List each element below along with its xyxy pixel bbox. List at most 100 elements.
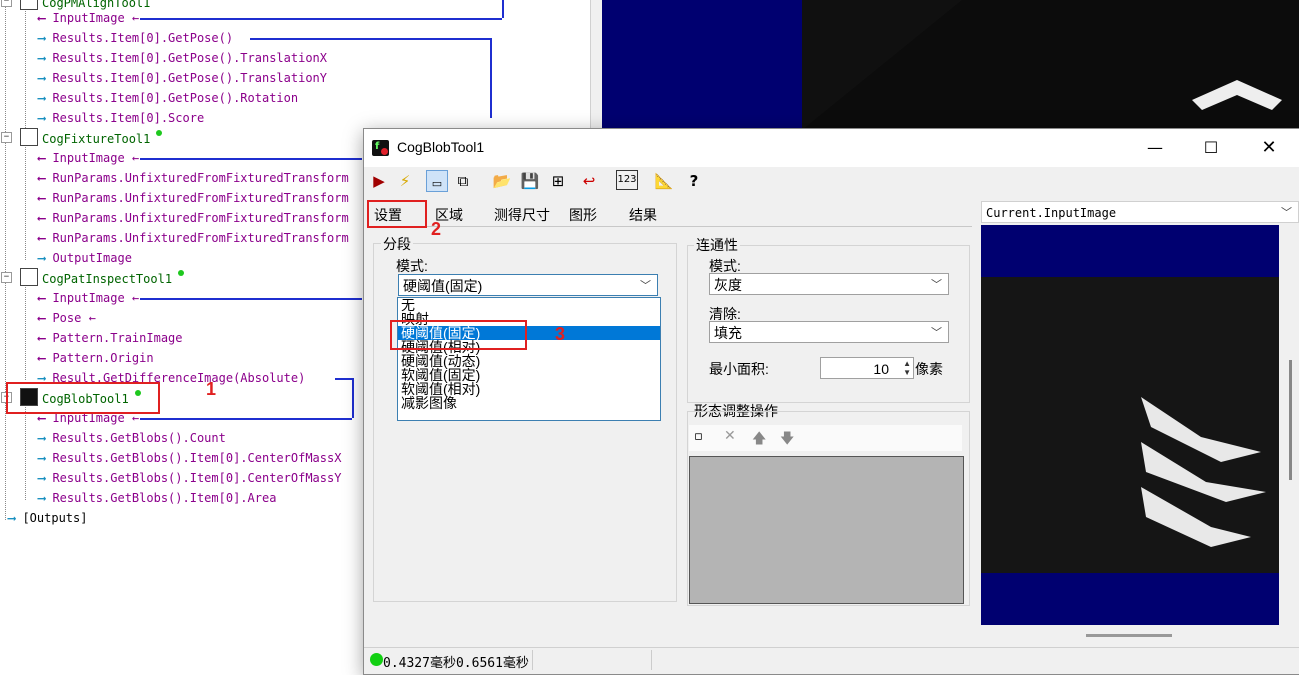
tree-terminal[interactable]: ⟶ [Outputs] [8, 508, 87, 528]
tree-terminal[interactable]: ⟵ Pattern.TrainImage [38, 328, 183, 348]
tree-terminal[interactable]: ⟵ InputImage ← [38, 148, 139, 168]
tree-terminal[interactable]: ⟶ OutputImage [38, 248, 132, 268]
tab-results[interactable]: 结果 [629, 204, 657, 226]
tree-tool-node[interactable]: − CogPatInspectTool1 [1, 268, 185, 288]
tree-terminal[interactable]: ⟶ Results.Item[0].GetPose().TranslationY [38, 68, 327, 88]
collapse-icon[interactable]: − [1, 272, 12, 283]
tree-label: Results.Item[0].GetPose().TranslationX [52, 51, 327, 65]
tree-label: InputImage ← [52, 151, 140, 165]
dropdown-option[interactable]: 无 [398, 298, 660, 312]
dropdown-option[interactable]: 软阈值(相对) [398, 382, 660, 396]
display-icon[interactable]: ▭ [426, 170, 448, 192]
tree-terminal[interactable]: ⟵ RunParams.UnfixturedFromFixturedTransf… [38, 228, 349, 248]
title-bar: f CogBlobTool1 — ☐ ✕ [364, 129, 1299, 167]
open-icon[interactable]: 📂 [491, 170, 513, 192]
output-arrow-icon: ⟶ [8, 511, 23, 525]
dropdown-option[interactable]: 软阈值(固定) [398, 368, 660, 382]
tree-terminal[interactable]: ⟶ Results.Item[0].GetPose().TranslationX [38, 48, 327, 68]
input-arrow-icon: ⟵ [38, 291, 53, 305]
input-arrow-icon: ⟵ [38, 191, 53, 205]
tree-terminal[interactable]: ⟶ Results.GetBlobs().Item[0].Area [38, 488, 276, 508]
conn-mode-value: 灰度 [714, 277, 742, 293]
minimize-icon[interactable]: — [1126, 129, 1184, 167]
tree-label: RunParams.UnfixturedFromFixturedTransfor… [52, 231, 349, 245]
tree-terminal[interactable]: ⟵ RunParams.UnfixturedFromFixturedTransf… [38, 168, 349, 188]
image-source-select[interactable]: Current.InputImage ﹀ [981, 201, 1299, 223]
link-line [250, 38, 490, 40]
clear-value: 填充 [714, 325, 742, 341]
tab-measurements[interactable]: 测得尺寸 [494, 204, 550, 226]
annotation-number-2: 2 [431, 219, 442, 239]
tree-terminal[interactable]: ⟶ Results.GetBlobs().Item[0].CenterOfMas… [38, 448, 341, 468]
status-dot-icon [156, 130, 163, 136]
maximize-icon[interactable]: ☐ [1182, 129, 1240, 167]
mode-select[interactable]: 硬阈值(固定) ﹀ [398, 274, 658, 296]
run-icon[interactable]: ▶ [368, 170, 390, 192]
delete-icon[interactable]: ✕ [724, 428, 736, 444]
tree-label: Results.Item[0].GetPose() [52, 31, 234, 45]
tree-tool-node[interactable]: − CogFixtureTool1 [1, 128, 163, 148]
tree-terminal[interactable]: ⟵ RunParams.UnfixturedFromFixturedTransf… [38, 208, 349, 228]
morph-list[interactable] [689, 456, 964, 604]
chevron-down-icon: ﹀ [931, 279, 942, 291]
tree-terminal[interactable]: ⟶ Results.GetBlobs().Item[0].CenterOfMas… [38, 468, 341, 488]
connectivity-group-label: 连通性 [694, 235, 740, 255]
tree-label: Pattern.TrainImage [52, 331, 183, 345]
ruler-icon[interactable]: 📐 [653, 170, 675, 192]
lightning-icon[interactable]: ⚡ [394, 170, 416, 192]
link-line [490, 38, 492, 118]
collapse-icon[interactable]: − [1, 132, 12, 143]
tab-graphics[interactable]: 图形 [569, 204, 597, 226]
tree-terminal[interactable]: ⟶ Results.GetBlobs().Count [38, 428, 226, 448]
close-icon[interactable]: ✕ [1240, 129, 1298, 167]
clear-select[interactable]: 填充 ﹀ [709, 321, 949, 343]
output-arrow-icon: ⟶ [38, 431, 53, 445]
reset-icon[interactable]: ↩ [578, 170, 600, 192]
help-icon[interactable]: ? [683, 170, 705, 192]
image-vscroll[interactable] [1286, 225, 1298, 625]
tree-terminal[interactable]: ⟵ Pose ← [38, 308, 96, 328]
status-bar: 0.4327毫秒0.6561毫秒 [364, 647, 1299, 674]
tree-terminal[interactable]: ⟵ InputImage ← [38, 8, 139, 28]
conn-mode-select[interactable]: 灰度 ﹀ [709, 273, 949, 295]
collapse-icon[interactable]: − [1, 0, 12, 7]
output-arrow-icon: ⟶ [38, 491, 53, 505]
dropdown-option[interactable]: 减影图像 [398, 396, 660, 410]
tree-label: Results.Item[0].GetPose().TranslationY [52, 71, 327, 85]
output-arrow-icon: ⟶ [38, 91, 53, 105]
output-arrow-icon: ⟶ [38, 51, 53, 65]
link-line [140, 158, 362, 160]
window-icon[interactable]: ⧉ [452, 170, 474, 192]
tree-label: Results.Item[0].GetPose().Rotation [52, 91, 299, 105]
image-hscroll[interactable] [1086, 634, 1172, 637]
new-icon[interactable]: ▫ [694, 429, 703, 444]
chevron-down-icon: ﹀ [931, 327, 942, 339]
save-as-icon[interactable]: ⊞ [547, 170, 569, 192]
tree-label: [Outputs] [22, 511, 88, 525]
output-arrow-icon: ⟶ [38, 471, 53, 485]
save-icon[interactable]: 💾 [519, 170, 541, 192]
dropdown-option[interactable]: 硬阈值(动态) [398, 354, 660, 368]
spinner-icon[interactable]: ▲ ▼ [903, 359, 911, 377]
tree-terminal[interactable]: ⟵ Pattern.Origin [38, 348, 154, 368]
min-area-input[interactable]: 10 ▲ ▼ [820, 357, 914, 379]
annotation-box-1 [6, 382, 160, 414]
tree-terminal[interactable]: ⟵ InputImage ← [38, 288, 139, 308]
tree-label: Results.Item[0].Score [52, 111, 205, 125]
number-icon[interactable]: 123 [616, 170, 638, 190]
mode-dropdown-list[interactable]: 无映射 硬阈值(固定) 硬阈值(相对) 硬阈值(动态) 软阈值(固定) 软阈值(相对) 减影… [397, 297, 661, 421]
tree-terminal[interactable]: ⟶ Results.Item[0].GetPose() [38, 28, 233, 48]
chevron-down-icon: ﹀ [640, 280, 651, 292]
arrow-up-icon[interactable]: 🡅 [752, 428, 766, 452]
output-arrow-icon: ⟶ [38, 111, 53, 125]
tree-terminal[interactable]: ⟵ RunParams.UnfixturedFromFixturedTransf… [38, 188, 349, 208]
image-content [981, 277, 1279, 573]
mode-select-value: 硬阈值(固定) [403, 278, 483, 294]
tree-terminal[interactable]: ⟶ Results.Item[0].GetPose().Rotation [38, 88, 298, 108]
image-display[interactable] [981, 225, 1279, 625]
tree-terminal[interactable]: ⟶ Results.Item[0].Score [38, 108, 204, 128]
tree-label: Results.GetBlobs().Item[0].Area [52, 491, 277, 505]
status-time: 0.4327毫秒0.6561毫秒 [383, 656, 529, 671]
tree-guide-line [25, 140, 26, 260]
arrow-down-icon[interactable]: 🡇 [780, 428, 794, 452]
